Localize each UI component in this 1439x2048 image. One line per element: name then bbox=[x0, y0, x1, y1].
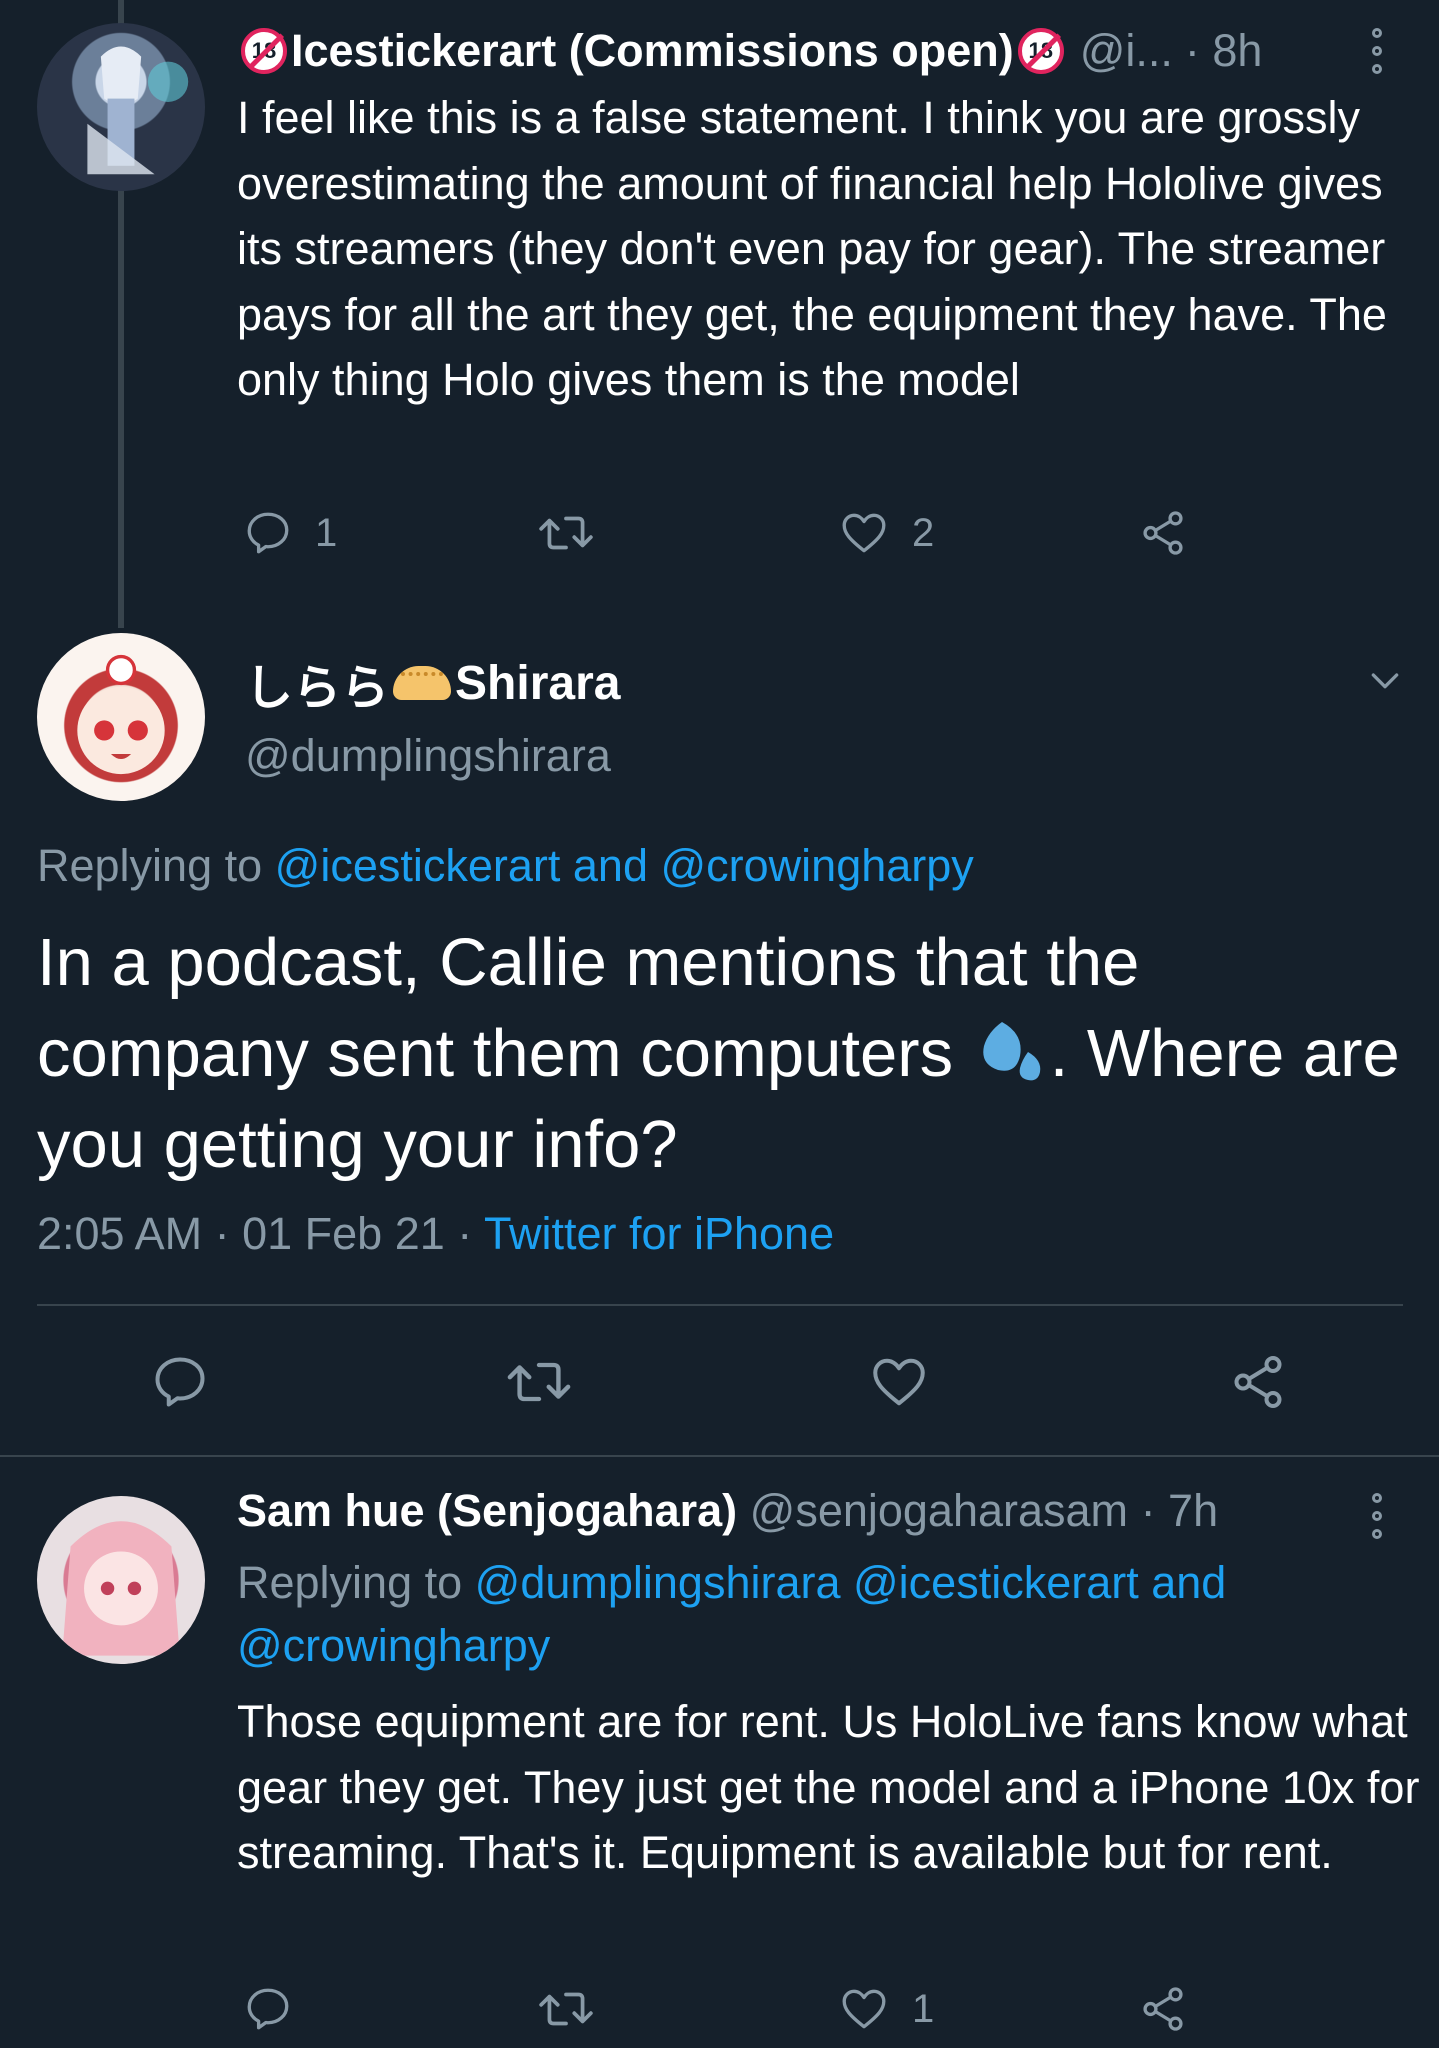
tweet2-meta: 2:05 AM · 01 Feb 21 · Twitter for iPhone bbox=[37, 1208, 834, 1260]
tweet2-share-button[interactable] bbox=[1228, 1352, 1288, 1412]
avatar-icestickerart[interactable] bbox=[37, 23, 205, 191]
avatar-senjogaharasam[interactable] bbox=[37, 1496, 205, 1664]
author-name-en: Shirara bbox=[455, 656, 621, 710]
tweet2-reply-button[interactable] bbox=[150, 1352, 210, 1412]
retweet-icon bbox=[507, 1362, 571, 1402]
share-icon bbox=[1143, 1987, 1183, 2031]
tweet3-like-count: 1 bbox=[912, 1986, 935, 2031]
tweet1-like-count: 2 bbox=[912, 510, 935, 555]
tweet1-reply-count: 1 bbox=[315, 510, 338, 555]
replying-prefix: Replying to bbox=[237, 1557, 463, 1608]
tweet3-author-name[interactable]: Sam hue (Senjogahara) bbox=[237, 1485, 737, 1536]
tweet1-time: · 8h bbox=[1184, 25, 1263, 76]
more-options-icon[interactable] bbox=[1370, 1493, 1384, 1539]
tweet1-author-name[interactable]: Icestickerart (Commissions open) bbox=[291, 25, 1014, 77]
tweet2-retweet-button[interactable] bbox=[505, 1352, 573, 1412]
tweet1-like-button[interactable]: 2 bbox=[838, 508, 934, 558]
sweat-droplets-icon bbox=[972, 1014, 1050, 1084]
share-icon bbox=[1143, 511, 1183, 555]
dumpling-icon bbox=[393, 666, 452, 700]
no-under-18-icon: 18 bbox=[241, 28, 287, 74]
tweet2-text: In a podcast, Callie mentions that the c… bbox=[37, 917, 1427, 1190]
more-options-icon[interactable] bbox=[1370, 28, 1384, 74]
tweet3-reply-button[interactable] bbox=[243, 1984, 293, 2034]
tweet2-timestamp: 2:05 AM · 01 Feb 21 · bbox=[37, 1208, 484, 1259]
no-under-18-icon: 18 bbox=[1017, 28, 1064, 74]
tweet2-author-name[interactable]: しらら Shirara bbox=[245, 648, 620, 718]
tweet3-like-button[interactable]: 1 bbox=[838, 1984, 934, 2034]
chevron-down-icon[interactable] bbox=[1365, 660, 1405, 705]
replying-prefix: Replying to bbox=[37, 840, 263, 891]
retweet-icon bbox=[539, 516, 593, 550]
tweet2-source[interactable]: Twitter for iPhone bbox=[484, 1208, 834, 1259]
replying-to-links[interactable]: @icestickerart and @crowingharpy bbox=[275, 840, 974, 891]
tweet3-retweet-button[interactable] bbox=[537, 1984, 595, 2034]
reply-icon bbox=[155, 1357, 205, 1407]
reply-icon bbox=[247, 1988, 289, 2030]
tweet1-retweet-button[interactable] bbox=[537, 508, 595, 558]
tweet2-handle[interactable]: @dumplingshirara bbox=[245, 730, 611, 782]
tweet3-replying-to: Replying to @dumplingshirara @icesticker… bbox=[237, 1551, 1337, 1677]
tweet2-like-button[interactable] bbox=[868, 1352, 930, 1412]
tweet1-text: I feel like this is a false statement. I… bbox=[237, 92, 1387, 405]
share-icon bbox=[1234, 1356, 1282, 1408]
heart-icon bbox=[842, 513, 886, 553]
tweet1-share-button[interactable] bbox=[1138, 508, 1188, 558]
heart-icon bbox=[873, 1358, 925, 1406]
author-name-jp: しらら bbox=[245, 662, 390, 715]
heart-icon bbox=[842, 1989, 886, 2029]
tweet1-header: 18 Icestickerart (Commissions open) 18 @… bbox=[237, 20, 1262, 82]
avatar-dumplingshirara[interactable] bbox=[37, 633, 205, 801]
divider bbox=[0, 1455, 1439, 1457]
tweet1-reply-button[interactable]: 1 bbox=[243, 508, 337, 558]
tweet3-header: Sam hue (Senjogahara) @senjogaharasam · … bbox=[237, 1485, 1218, 1537]
retweet-icon bbox=[539, 1992, 593, 2026]
tweet2-replying-to: Replying to @icestickerart and @crowingh… bbox=[37, 840, 974, 892]
tweet3-time: · 7h bbox=[1140, 1485, 1219, 1536]
tweet1-handle[interactable]: @i... bbox=[1080, 25, 1173, 77]
divider bbox=[37, 1304, 1403, 1306]
tweet3-handle[interactable]: @senjogaharasam bbox=[750, 1485, 1128, 1536]
reply-icon bbox=[247, 512, 289, 554]
tweet3-share-button[interactable] bbox=[1138, 1984, 1188, 2034]
tweet3-text: Those equipment are for rent. Us HoloLiv… bbox=[237, 1696, 1420, 1878]
